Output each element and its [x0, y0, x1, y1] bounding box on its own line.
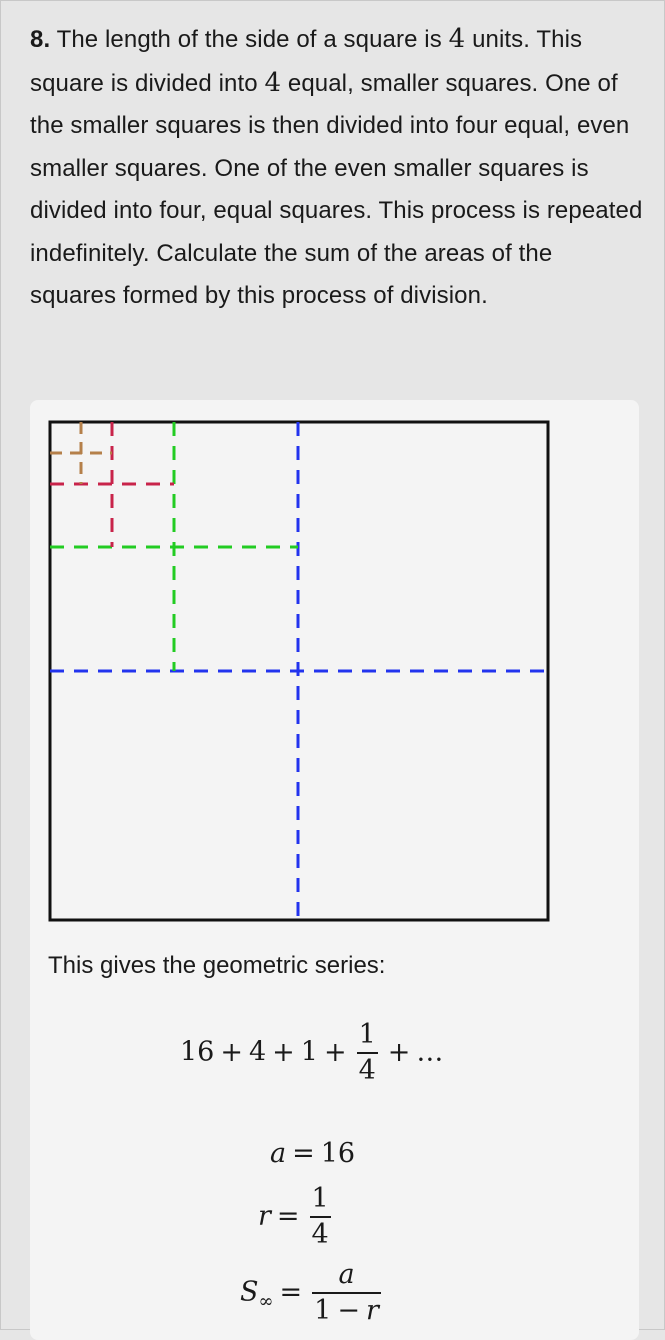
question-line1-end: units. — [472, 26, 531, 53]
ratio-fraction: 14 — [309, 1182, 331, 1252]
level2-division-lines — [50, 422, 298, 671]
sum-to-infinity-equation: S∞ = a 1− r — [240, 1258, 381, 1328]
side-length-value: 4 — [448, 24, 466, 54]
series-term-2: 4 — [248, 1036, 267, 1068]
series-term-4-fraction: 14 — [356, 1018, 378, 1088]
ratio-numerator: 1 — [311, 1183, 329, 1214]
first-term-variable: a — [270, 1138, 287, 1169]
sum-denominator-one: 1 — [314, 1295, 332, 1326]
level1-division-lines — [50, 422, 548, 920]
question-line1-start: The length of the side of a square is — [56, 26, 442, 53]
question-line2-end: equal, smaller squares. One of the small… — [30, 69, 643, 310]
series-term-4-denominator: 4 — [358, 1055, 376, 1086]
first-term-equation: a = 16 — [270, 1138, 356, 1169]
level3-division-lines — [50, 422, 174, 547]
sum-denominator-r: r — [365, 1295, 379, 1326]
question-text: 8. The length of the side of a square is… — [30, 18, 645, 318]
sum-subscript: ∞ — [258, 1290, 274, 1312]
solution-card: This gives the geometric series: 16 +4 +1 +… — [30, 400, 639, 1340]
series-term-1: 16 — [180, 1036, 215, 1068]
series-term-4-numerator: 1 — [358, 1019, 376, 1050]
ratio-denominator: 4 — [311, 1219, 329, 1250]
sum-variable: S — [240, 1276, 259, 1308]
ratio-equation: r = 1 4 — [258, 1182, 331, 1252]
ratio-variable: r — [258, 1200, 271, 1232]
series-ellipsis: … — [416, 1036, 444, 1068]
square-division-diagram — [48, 420, 550, 922]
first-term-value: 16 — [320, 1138, 356, 1169]
sum-denominator: 1− r — [314, 1295, 379, 1326]
parts-value: 4 — [264, 67, 282, 98]
level4-division-lines — [50, 422, 112, 484]
sum-fraction: a 1− r — [312, 1258, 381, 1328]
question-number: 8. — [30, 26, 51, 53]
series-term-3: 1 — [300, 1036, 318, 1068]
geometric-series: 16 +4 +1 +1 4 +… — [180, 1018, 444, 1088]
series-intro-text: This gives the geometric series: — [48, 952, 386, 979]
sum-numerator: a — [338, 1259, 355, 1290]
